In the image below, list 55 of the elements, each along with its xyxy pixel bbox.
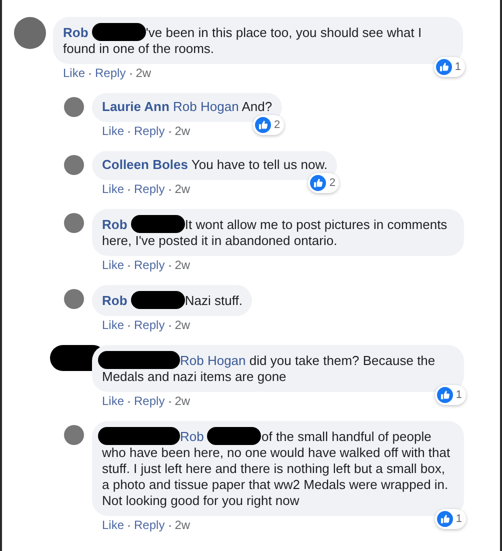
author-name[interactable]: Rob [102,217,128,232]
comment-text: Rob of the small handful of people who have been here, no one would have walked off with that stuff. I just left here and there is nothing left but a small box, a photo and tissue paper that ww2 Medals were wrapped in. Not looking good for you right now [102,427,454,509]
action-link[interactable]: Like [102,518,124,533]
thumbs-up-icon [310,175,326,191]
action-link[interactable]: Like [102,394,124,409]
mention-link[interactable]: Rob Hogan [180,353,246,368]
comment-text: Rob Nazi stuff. [102,291,242,309]
action-link[interactable]: Like [63,66,86,81]
redaction-mark [130,215,185,233]
redaction-mark [130,291,185,309]
action-link[interactable]: Reply [134,518,165,533]
reaction-count: 1 [456,512,462,526]
mention-link[interactable]: Rob [180,429,204,444]
timestamp: 2w [174,182,190,197]
action-link[interactable]: Like [102,318,124,333]
author-name[interactable]: Laurie Ann [102,99,170,114]
reaction-count: 1 [456,388,462,402]
reaction-count: 2 [274,118,280,132]
timestamp: 2w [174,318,190,333]
comment-text: Laurie Ann Rob Hogan And? [102,99,272,115]
action-link[interactable]: Reply [134,124,165,139]
timestamp: 2w [174,518,190,533]
comment-text: Rob It wont allow me to post pictures in comments here, I've posted it in abandoned ontario. [102,215,448,249]
redaction-mark [207,427,262,445]
action-link[interactable]: Like [102,258,124,273]
timestamp: 2w [174,258,190,273]
comment-text: Rob Hogan did you take them? Because the Medals and nazi items are gone [102,351,454,385]
action-link[interactable]: Reply [95,66,126,81]
action-link[interactable]: Reply [134,394,165,409]
comment-text: Colleen Boles You have to tell us now. [102,157,328,173]
action-link[interactable]: Reply [134,258,165,273]
reaction-badge[interactable]: 2 [252,115,284,135]
reaction-badge[interactable]: 1 [434,509,466,529]
reaction-badge[interactable]: 1 [434,57,465,77]
timestamp: 2w [136,66,152,81]
author-name[interactable]: Rob [63,25,88,40]
thumbs-up-icon [254,117,271,133]
comment-text: Rob 've been in this place too, you should see what I found in one of the rooms. [63,23,423,57]
reaction-count: 1 [454,60,461,74]
action-link[interactable]: Like [102,124,124,139]
author-name[interactable]: Rob [102,293,128,308]
reaction-badge[interactable]: 2 [308,173,340,193]
reaction-badge[interactable]: 1 [434,385,466,405]
timestamp: 2w [174,394,190,409]
reaction-count: 2 [329,176,336,190]
author-name[interactable]: Colleen Boles [102,157,188,172]
thumbs-up-icon [436,59,452,75]
thumbs-up-icon [436,387,453,403]
timestamp: 2w [174,124,190,139]
mention-link[interactable]: Rob Hogan [173,99,239,114]
action-link[interactable]: Reply [134,182,165,197]
thumbs-up-icon [436,511,453,527]
redaction-mark [92,23,146,41]
action-link[interactable]: Reply [134,318,165,333]
action-link[interactable]: Like [102,182,124,197]
